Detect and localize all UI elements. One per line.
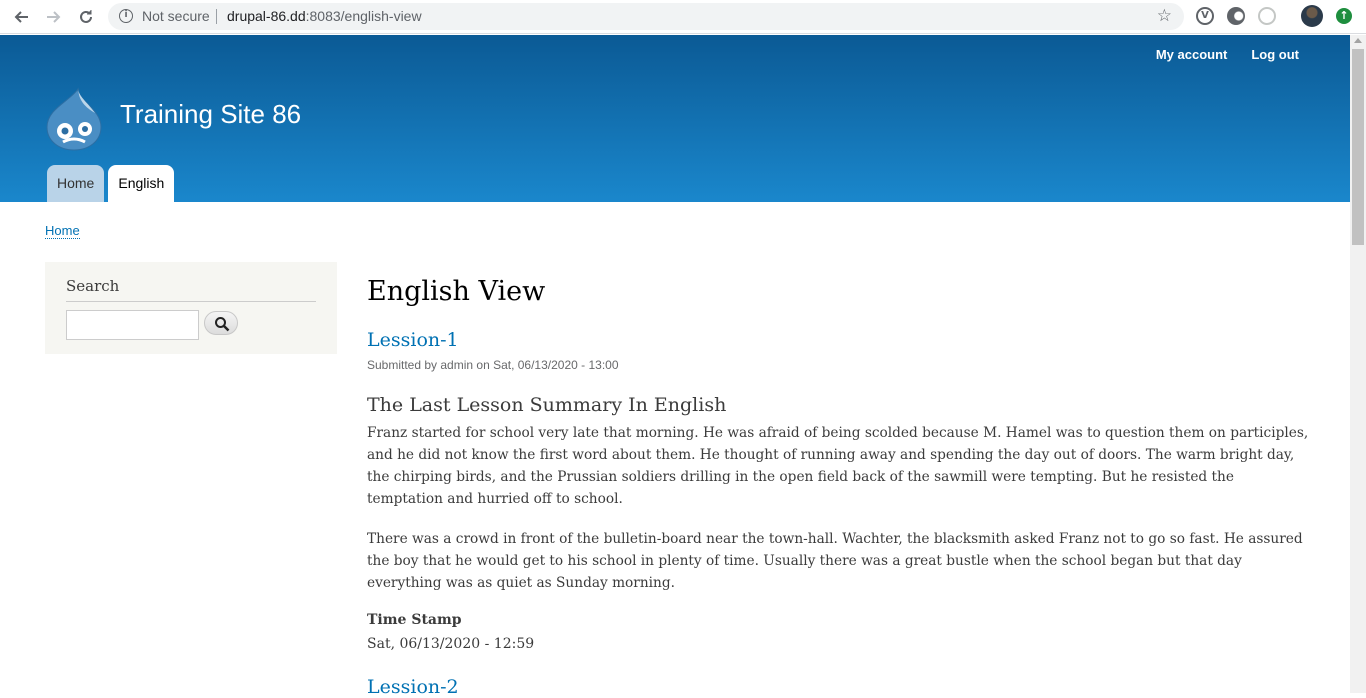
tab-home[interactable]: Home (47, 165, 105, 202)
site-name[interactable]: Training Site 86 (120, 99, 301, 130)
drupal-logo-icon[interactable] (45, 87, 103, 152)
extension-circle-icon[interactable] (1258, 7, 1276, 25)
breadcrumb-home-link[interactable]: Home (45, 223, 80, 239)
body-paragraph: Franz started for school very late that … (367, 425, 1309, 507)
extension-moon-icon[interactable] (1227, 7, 1245, 25)
time-stamp-value: Sat, 06/13/2020 - 12:59 (367, 636, 535, 652)
search-icon (215, 317, 230, 332)
browser-toolbar: i Not secure drupal-86.dd:8083/english-v… (0, 0, 1366, 34)
security-label: Not secure (142, 8, 210, 24)
site-header: My account Log out Training Site 86 Home… (0, 35, 1350, 202)
bookmark-star-icon[interactable]: ☆ (1157, 6, 1172, 26)
log-out-link[interactable]: Log out (1251, 47, 1299, 62)
search-button[interactable] (204, 311, 238, 335)
summary-heading: The Last Lesson Summary In English (367, 394, 727, 416)
url-host: drupal-86.dd (227, 8, 306, 24)
scroll-up-arrow-icon[interactable] (1354, 38, 1362, 43)
search-input[interactable] (66, 310, 199, 340)
main-menu-tabs: Home English (47, 165, 175, 202)
url-path: :8083/english-view (305, 8, 422, 24)
tab-english[interactable]: English (108, 165, 175, 202)
url-text[interactable]: drupal-86.dd:8083/english-view (227, 8, 422, 24)
info-icon[interactable]: i (119, 9, 133, 23)
page-scrollbar[interactable] (1350, 35, 1366, 693)
update-icon[interactable]: ↑ (1336, 8, 1352, 24)
secondary-menu: My account Log out (1156, 47, 1299, 62)
node-title-link[interactable]: Lession-1 (367, 329, 459, 351)
node-submitted-info: Submitted by admin on Sat, 06/13/2020 - … (367, 358, 619, 372)
search-block-title: Search (66, 277, 316, 302)
page-title: English View (367, 276, 546, 307)
node-title-link[interactable]: Lession-2 (367, 676, 459, 698)
sidebar-search-block: Search (45, 262, 337, 354)
forward-arrow-icon[interactable] (42, 5, 66, 29)
scroll-thumb[interactable] (1352, 49, 1364, 245)
my-account-link[interactable]: My account (1156, 47, 1228, 62)
address-bar[interactable]: i Not secure drupal-86.dd:8083/english-v… (108, 3, 1184, 30)
extension-v-icon[interactable]: V (1196, 7, 1214, 25)
profile-avatar[interactable] (1301, 5, 1323, 27)
reload-icon[interactable] (74, 5, 98, 29)
back-arrow-icon[interactable] (9, 5, 33, 29)
extension-v-letter: V (1201, 10, 1209, 21)
body-paragraph: There was a crowd in front of the bullet… (367, 531, 1303, 591)
omnibox-divider (216, 9, 217, 24)
time-stamp-label: Time Stamp (367, 612, 462, 628)
